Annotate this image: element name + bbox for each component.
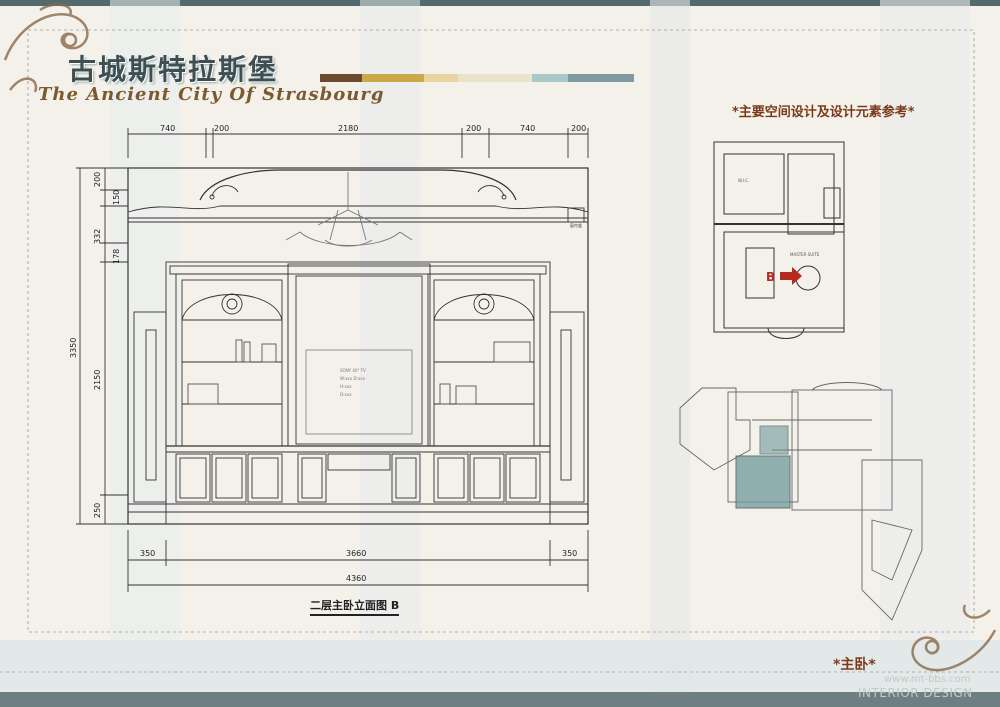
dim-left-3: 332 — [93, 229, 102, 244]
tv-note-line: H:xxx — [340, 384, 352, 389]
tv-note-line: W:xxx D:xxx — [340, 376, 366, 381]
drawing-caption: 二层主卧立面图 B — [310, 597, 400, 616]
tv-note: SONY 40" TV W:xxx D:xxx H:xxx D:xxx — [340, 368, 366, 397]
dim-left-5: 2150 — [93, 370, 102, 390]
plan-label-wic: W.I.C. — [738, 178, 749, 183]
room-label: *主卧* — [833, 657, 876, 673]
watermark-site: www.mt-bbs.com — [884, 674, 971, 685]
dim-top-2: 200 — [214, 124, 229, 133]
dim-top-5: 740 — [520, 124, 535, 133]
dim-left-4: 178 — [112, 249, 121, 264]
dim-top-1: 740 — [160, 124, 175, 133]
dim-bottom-3: 350 — [562, 549, 577, 558]
small-tag: 窗帘盒 — [570, 222, 582, 228]
plan-label-suite: MASTER SUITE — [790, 252, 820, 257]
dim-left-2: 150 — [112, 190, 121, 205]
dim-top-6: 200 — [571, 124, 586, 133]
watermark-text: INTERIOR DESIGN — [858, 686, 973, 700]
tv-note-line: D:xxx — [340, 392, 352, 397]
dim-left-6: 250 — [93, 503, 102, 518]
dim-total-height: 3350 — [69, 338, 78, 358]
dim-left-1: 200 — [93, 172, 102, 187]
floor-plan-overall — [679, 382, 923, 621]
tv-note-line: SONY 40" TV — [340, 368, 366, 373]
dim-top-4: 200 — [466, 124, 481, 133]
dim-bottom-1: 350 — [140, 549, 155, 558]
dim-top-3: 2180 — [338, 124, 358, 133]
floor-plan-detail: W.I.C. MASTER SUITE B — [713, 141, 845, 339]
dim-bottom-2: 3660 — [346, 549, 366, 558]
dim-total-width: 4360 — [346, 574, 366, 583]
section-marker-letter: B — [766, 270, 775, 284]
